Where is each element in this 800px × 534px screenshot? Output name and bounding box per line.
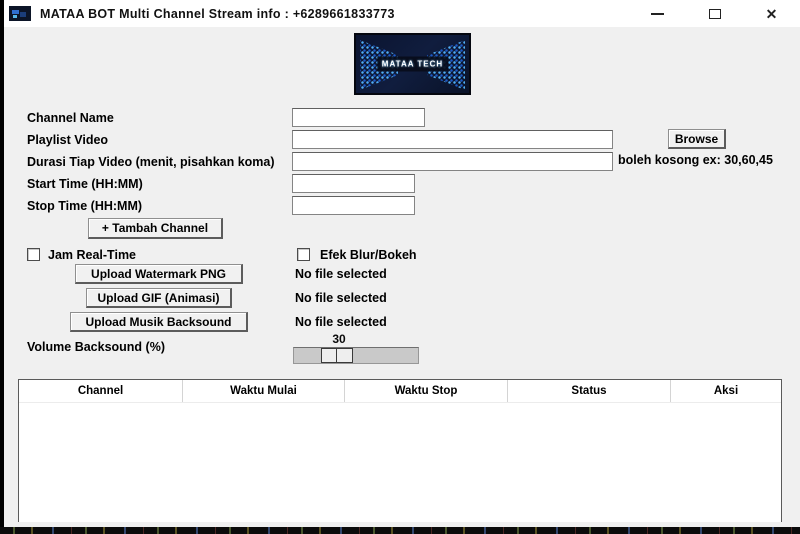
upload-watermark-button[interactable]: Upload Watermark PNG: [75, 264, 243, 284]
upload-gif-button[interactable]: Upload GIF (Animasi): [86, 288, 232, 308]
upload-music-status: No file selected: [295, 315, 387, 329]
app-logo-icon: [9, 6, 31, 21]
channel-name-input[interactable]: [292, 108, 425, 127]
upload-watermark-status: No file selected: [295, 267, 387, 281]
efek-blur-label: Efek Blur/Bokeh: [320, 248, 417, 262]
taskbar-sliver: [0, 527, 800, 534]
table-body-empty: [19, 403, 781, 522]
maximize-icon: [709, 9, 721, 19]
duration-label: Durasi Tiap Video (menit, pisahkan koma): [27, 155, 275, 169]
title-bar: MATAA BOT Multi Channel Stream info : +6…: [4, 0, 800, 27]
volume-slider[interactable]: [293, 347, 419, 364]
volume-value: 30: [326, 332, 352, 346]
close-button[interactable]: ✕: [743, 0, 800, 27]
table-header-waktu-stop: Waktu Stop: [345, 380, 508, 402]
table-header-waktu-mulai: Waktu Mulai: [183, 380, 345, 402]
efek-blur-checkbox[interactable]: [297, 248, 310, 261]
playlist-label: Playlist Video: [27, 133, 108, 147]
table-header-channel: Channel: [19, 380, 183, 402]
channel-name-label: Channel Name: [27, 111, 114, 125]
start-time-label: Start Time (HH:MM): [27, 177, 143, 191]
duration-input[interactable]: [292, 152, 613, 171]
playlist-input[interactable]: [292, 130, 613, 149]
duration-hint: boleh kosong ex: 30,60,45: [618, 153, 773, 167]
upload-gif-status: No file selected: [295, 291, 387, 305]
start-time-input[interactable]: [292, 174, 415, 193]
volume-slider-handle[interactable]: [321, 348, 353, 363]
add-channel-button[interactable]: + Tambah Channel: [88, 218, 223, 239]
app-window: MATAA BOT Multi Channel Stream info : +6…: [4, 0, 800, 527]
stop-time-label: Stop Time (HH:MM): [27, 199, 142, 213]
minimize-button[interactable]: [629, 0, 686, 27]
upload-music-button[interactable]: Upload Musik Backsound: [70, 312, 248, 332]
jam-realtime-label: Jam Real-Time: [48, 248, 136, 262]
brand-name: MATAA TECH: [377, 57, 448, 72]
maximize-button[interactable]: [686, 0, 743, 27]
close-icon: ✕: [766, 7, 778, 21]
window-title: MATAA BOT Multi Channel Stream info : +6…: [40, 7, 395, 21]
volume-label: Volume Backsound (%): [27, 340, 165, 354]
minimize-icon: [651, 13, 664, 15]
brand-banner: MATAA TECH: [354, 33, 471, 95]
window-controls: ✕: [629, 0, 800, 27]
table-header-row: Channel Waktu Mulai Waktu Stop Status Ak…: [19, 380, 781, 403]
jam-realtime-checkbox[interactable]: [27, 248, 40, 261]
table-header-aksi: Aksi: [671, 380, 781, 402]
stop-time-input[interactable]: [292, 196, 415, 215]
table-header-status: Status: [508, 380, 671, 402]
channels-table: Channel Waktu Mulai Waktu Stop Status Ak…: [18, 379, 782, 522]
browse-button[interactable]: Browse: [668, 129, 726, 149]
